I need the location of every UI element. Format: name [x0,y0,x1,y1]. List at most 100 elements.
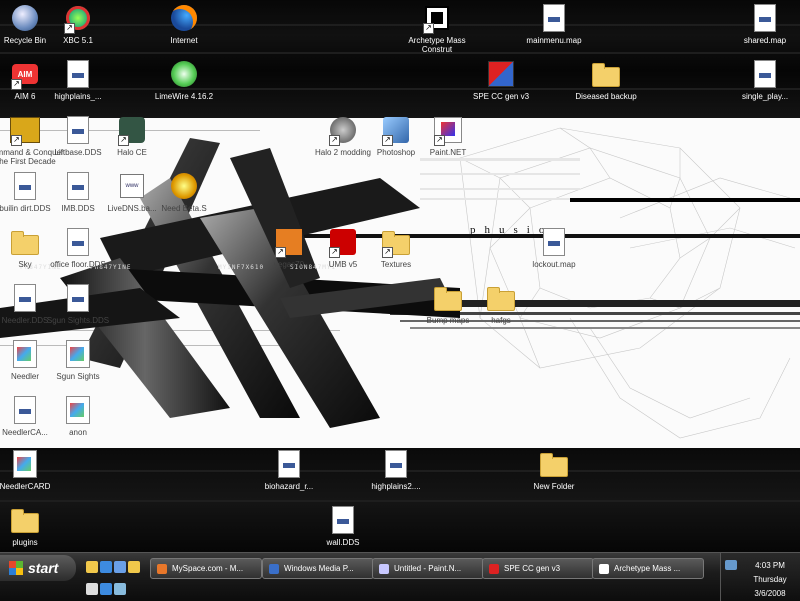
folder-icon: ↗ [380,226,412,258]
dds-file-icon [62,170,94,202]
desktop-icon[interactable]: highplains2.... [357,448,435,491]
desktop-icon[interactable]: lockout.map [515,226,593,269]
map-file-icon [749,2,781,34]
tray-network-icon[interactable] [725,560,737,570]
doc-icon[interactable] [86,583,98,595]
image-file-icon [9,448,41,480]
taskbar-button[interactable]: Archetype Mass ... [592,558,704,579]
desktop-icon[interactable]: plugins [0,504,64,547]
desktop-icon[interactable]: Internet [145,2,223,45]
desktop-icon[interactable]: Sgun Sights.DDS [39,282,117,325]
desktop-icon-label: IMB.DDS [61,204,95,213]
desktop-icon[interactable]: anon [39,394,117,437]
start-button[interactable]: start [0,555,76,581]
spe-icon-graphic [488,61,514,87]
shortcut-arrow-icon: ↗ [329,135,340,146]
desktop-icon-label: Needler [10,372,39,381]
taskbar-button[interactable]: MySpace.com - M... [150,558,262,579]
folder-icon[interactable] [128,561,140,573]
desktop-icon[interactable]: Need Beta.S [145,170,223,213]
dds-file-icon [380,448,412,480]
shortcut-arrow-icon: ↗ [11,79,22,90]
taskbar-button-label: MySpace.com - M... [172,564,244,573]
desktop-icon[interactable]: office floor.DDS [39,226,117,269]
dds-file-icon-graphic [385,450,407,478]
desktop-icon[interactable]: mainmenu.map [515,2,593,45]
ie-icon[interactable] [100,561,112,573]
image-file-icon-graphic [13,450,37,478]
desktop-icon-label: SPE CC gen v3 [472,92,530,101]
folder-icon [538,448,570,480]
clock-time[interactable]: 4:03 PM [739,561,800,570]
taskbar-button[interactable]: SPE CC gen v3 [482,558,594,579]
desktop-icon-label: UMB v5 [328,260,358,269]
xbc-icon: ↗ [62,2,94,34]
wallpaper-bar [570,198,800,202]
halo-icon: ↗ [116,114,148,146]
vegas-icon: ↗ [273,226,305,258]
map-file-icon [538,2,570,34]
clock-day: Thursday [753,575,787,584]
taskbar-button[interactable]: Untitled - Paint.N... [372,558,484,579]
desktop-icon[interactable]: SPE CC gen v3 [462,58,540,101]
media-icon[interactable] [114,561,126,573]
dds-file-icon-graphic [67,60,89,88]
desktop-icon[interactable]: hafgs [462,282,540,325]
media-player-icon [269,563,279,574]
desktop-icon-label: office floor.DDS [50,260,106,269]
desktop-icon-label: highplains_... [54,92,102,101]
taskbar: start MySpace.com - M... Windows Media P.… [0,552,800,601]
desktop-icon-label: Archetype Mass Construt [408,36,466,54]
desktop-icon[interactable]: highplains_... [39,58,117,101]
taskbar-button[interactable]: Windows Media P... [262,558,374,579]
spe-icon [485,58,517,90]
image-file-icon-graphic [66,396,90,424]
desktop-icon-label: vegas70 [273,260,305,269]
folder-icon[interactable] [86,561,98,573]
dds-file-icon-graphic [67,116,89,144]
dds-file-icon [62,282,94,314]
shortcut-arrow-icon: ↗ [434,135,445,146]
desktop-icon[interactable]: ↗ Halo CE [93,114,171,157]
desktop-icon[interactable]: ↗ XBC 5.1 [39,2,117,45]
map-file-icon-graphic [754,60,776,88]
dds-file-icon [9,394,41,426]
needbeta-icon [168,170,200,202]
media-icon[interactable] [114,583,126,595]
folder-icon-graphic [434,287,462,311]
desktop-icon[interactable]: Sgun Sights [39,338,117,381]
desktop-icon-label: Need Beta.S [161,204,207,213]
map-file-icon-graphic [543,228,565,256]
needbeta-icon-graphic [171,173,197,199]
desktop-icon[interactable]: NeedlerCARD [0,448,64,491]
desktop-icon-label: highplains2.... [371,482,421,491]
image-file-icon [62,338,94,370]
umb-icon: ↗ [327,226,359,258]
desktop-icon[interactable]: single_play... [726,58,800,101]
image-file-icon [62,394,94,426]
photoshop-icon: ↗ [380,114,412,146]
image-file-icon-graphic [13,340,37,368]
clock-date: 3/6/2008 [754,589,786,598]
firefox-icon [157,563,167,574]
desktop-icon[interactable]: New Folder [515,448,593,491]
ie-icon[interactable] [100,583,112,595]
desktop-icon-label: plugins [12,538,38,547]
desktop-icon[interactable]: biohazard_r... [250,448,328,491]
desktop-icon-label: Sky [18,260,32,269]
folder-icon-graphic [11,231,39,255]
desktop-icon[interactable]: ↗ Archetype Mass Construt [398,2,476,54]
desktop-icon[interactable]: LimeWire 4.16.2 [145,58,223,101]
dds-file-icon-graphic [14,172,36,200]
folder-icon-graphic [592,63,620,87]
folder-icon [9,226,41,258]
desktop[interactable]: MYINF7X610 SION847MYI FH847YINE FH847YIN… [0,0,800,552]
desktop-icon-label: hafgs [491,316,511,325]
desktop-icon[interactable]: Diseased backup [567,58,645,101]
desktop-icon[interactable]: ↗ Textures [357,226,435,269]
halo2-icon: ↗ [327,114,359,146]
limewire-icon [168,58,200,90]
desktop-icon[interactable]: shared.map [726,2,800,45]
desktop-icon[interactable]: wall.DDS [304,504,382,547]
desktop-icon[interactable]: ↗ Paint.NET [409,114,487,157]
